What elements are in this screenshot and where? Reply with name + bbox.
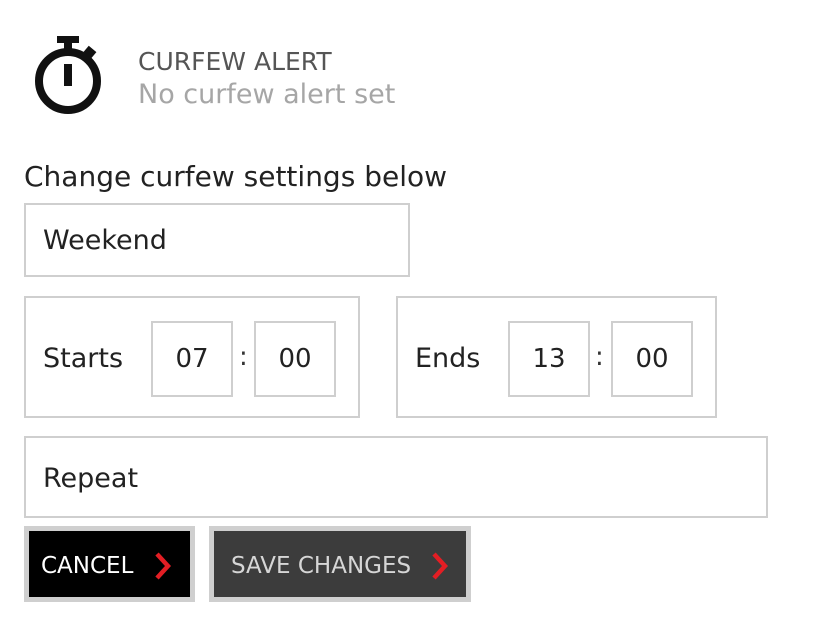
end-minute-field[interactable]: 00 xyxy=(611,321,693,397)
repeat-select[interactable]: Repeat xyxy=(24,436,768,518)
day-select[interactable]: Weekend xyxy=(24,203,410,277)
end-time-label: Ends xyxy=(415,343,481,374)
end-time-separator: : xyxy=(595,342,604,372)
stopwatch-icon xyxy=(35,36,101,114)
start-time-group: Starts 07 : 00 xyxy=(24,296,360,418)
repeat-select-value: Repeat xyxy=(43,463,139,494)
day-select-value: Weekend xyxy=(43,225,167,256)
start-hour-field[interactable]: 07 xyxy=(151,321,233,397)
alert-title: CURFEW ALERT xyxy=(138,47,332,76)
start-time-label: Starts xyxy=(43,343,124,374)
save-button-label: SAVE CHANGES xyxy=(231,553,412,579)
curfew-alert-header: CURFEW ALERT No curfew alert set xyxy=(32,34,632,124)
chevron-right-icon xyxy=(432,552,448,580)
alert-status: No curfew alert set xyxy=(138,79,396,110)
chevron-right-icon xyxy=(155,552,171,580)
end-hour-field[interactable]: 13 xyxy=(508,321,590,397)
settings-instructions: Change curfew settings below xyxy=(24,160,448,193)
end-time-group: Ends 13 : 00 xyxy=(396,296,717,418)
cancel-button-label: CANCEL xyxy=(41,553,134,579)
cancel-button[interactable]: CANCEL xyxy=(24,526,195,602)
save-changes-button[interactable]: SAVE CHANGES xyxy=(209,526,471,602)
start-minute-field[interactable]: 00 xyxy=(254,321,336,397)
start-time-separator: : xyxy=(239,342,248,372)
